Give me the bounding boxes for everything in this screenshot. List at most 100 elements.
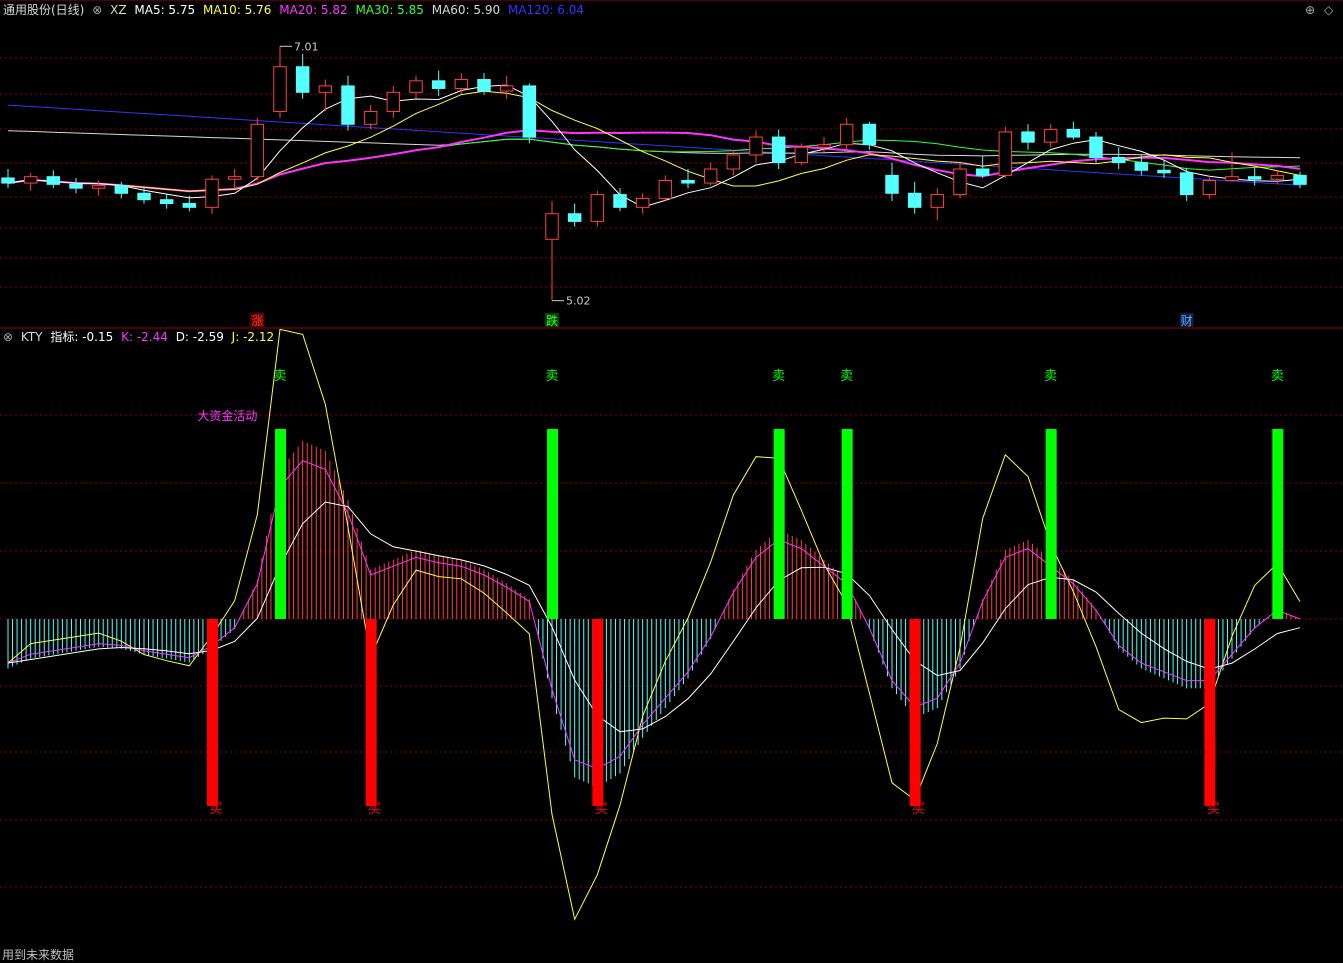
sell-label: 卖 (1044, 369, 1057, 384)
candle-body (1202, 180, 1217, 196)
candle-body (1179, 172, 1194, 196)
sell-bar (773, 429, 785, 619)
candle-body (295, 66, 310, 93)
candle-body (454, 79, 469, 89)
candle (703, 162, 718, 186)
buy-label: 买 (595, 802, 608, 817)
candle (885, 162, 899, 201)
sell-bar (1045, 429, 1057, 619)
ma30-label: MA30: 5.85 (355, 3, 424, 17)
ma120-line (7, 104, 1301, 186)
close-indicator-icon[interactable]: ⊗ (92, 3, 102, 17)
ma10-line (7, 90, 1301, 192)
indicator-name[interactable]: KTY (21, 330, 43, 344)
ma5-label: MA5: 5.75 (134, 3, 196, 17)
candle-body (341, 85, 355, 125)
candle (1111, 147, 1126, 169)
ma10-label: MA10: 5.76 (202, 3, 272, 17)
indicator-value: 指标: -0.15 (50, 330, 114, 344)
candle-body (817, 144, 831, 148)
candle (975, 156, 990, 178)
candle (1270, 170, 1285, 185)
sell-bar (841, 429, 853, 619)
candle (953, 162, 967, 199)
sell-signal: 卖 (545, 369, 559, 619)
candle (227, 169, 242, 189)
diamond-icon[interactable]: ◇ (1324, 3, 1333, 17)
zoom-icon[interactable]: ⊕ (1305, 3, 1315, 17)
sell-label: 卖 (545, 369, 558, 384)
candle-body (363, 110, 378, 125)
candle-body (477, 79, 491, 92)
buy-signal: 买 (909, 619, 925, 817)
high-price-label: 7.01 (294, 40, 319, 53)
event-marker-label: 涨 (251, 313, 263, 328)
main-chart-header: 通用股份(日线) ⊗ XZ MA5: 5.75 MA10: 5.76 MA20:… (3, 3, 588, 17)
candle-body (681, 180, 695, 184)
candle-body (91, 185, 106, 189)
candle (658, 175, 673, 201)
candle-body (771, 136, 786, 164)
candle-body (658, 180, 673, 199)
event-marker: 跌 (545, 313, 559, 328)
stock-chart-window[interactable]: 7.01 5.02 涨 跌 财大资金活动 卖 卖 卖 卖 卖 卖买 买 买 买 买 通用股份(日线) ⊗ X… (0, 0, 1343, 962)
candle-body (205, 178, 219, 208)
candle (363, 105, 378, 130)
candle-body (23, 176, 38, 184)
candle (250, 117, 265, 181)
candle (839, 117, 854, 150)
buy-bar (1204, 619, 1216, 806)
sell-bar (1272, 429, 1284, 619)
candle-body (545, 213, 559, 240)
buy-label: 买 (1207, 802, 1220, 817)
ma20-line (7, 129, 1301, 193)
candle (454, 73, 469, 94)
buy-label: 买 (912, 802, 925, 817)
big-capital-label: 大资金活动 (197, 408, 257, 423)
candle-body (1066, 128, 1081, 138)
candle-body (703, 168, 718, 184)
candle (907, 181, 922, 214)
ma5-line (7, 84, 1301, 208)
buy-signal: 买 (1204, 619, 1220, 817)
candle-body (953, 168, 967, 196)
candle (23, 172, 38, 191)
candle (46, 170, 61, 189)
ma60-label: MA60: 5.90 (431, 3, 501, 17)
candle (431, 70, 446, 97)
candle (771, 129, 786, 169)
indicator-header: ⊗ KTY 指标: -0.15 K: -2.44 D: -2.59 J: -2.… (3, 330, 278, 344)
candle (1, 169, 15, 189)
candle-body (1293, 174, 1307, 185)
candle (295, 53, 310, 99)
close-indicator-icon-2[interactable]: ⊗ (3, 330, 13, 344)
candle-body (114, 185, 129, 194)
buy-signal: 买 (365, 619, 381, 817)
candle-body (567, 213, 582, 222)
candle-body (1270, 174, 1285, 180)
candle-body (182, 203, 197, 208)
candle (1179, 167, 1194, 201)
candle-body (590, 194, 605, 222)
sell-signal: 卖 (273, 369, 287, 619)
buy-label: 买 (209, 802, 222, 817)
event-marker-label: 跌 (546, 313, 558, 328)
candle-body (522, 85, 537, 138)
candle-body (409, 80, 423, 93)
chart-canvas[interactable]: 7.01 5.02 涨 跌 财大资金活动 卖 卖 卖 卖 卖 卖买 买 买 买 买 (0, 0, 1343, 961)
event-marker: 财 (1179, 313, 1194, 328)
sell-label: 卖 (1271, 369, 1284, 384)
candle-body (227, 176, 242, 180)
future-data-note: 用到未来数据 (2, 948, 75, 962)
buy-bar (365, 619, 377, 806)
buy-bar (592, 619, 604, 806)
d-line (7, 501, 1301, 733)
candle-body (1225, 176, 1239, 182)
candle (273, 46, 287, 118)
sell-signal: 卖 (1044, 369, 1057, 619)
candle-body (1021, 131, 1035, 143)
buy-bar (909, 619, 921, 806)
event-marker: 涨 (250, 313, 265, 328)
event-marker-label: 财 (1181, 314, 1193, 328)
main-indicator-name[interactable]: XZ (110, 3, 126, 17)
